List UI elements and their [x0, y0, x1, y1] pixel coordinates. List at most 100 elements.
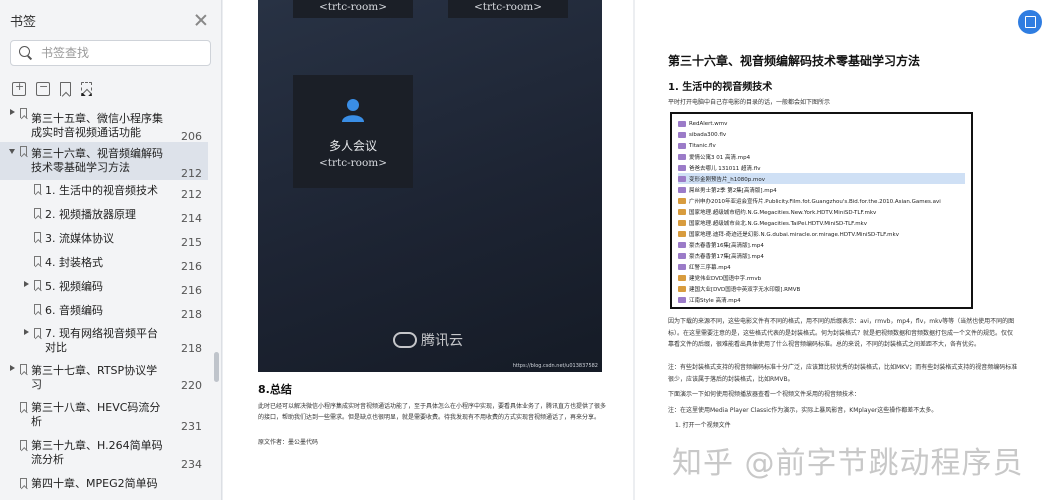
- room-label: <trtc-room>: [318, 1, 388, 13]
- video-file-icon: [678, 153, 686, 160]
- video-file-icon: [678, 241, 686, 248]
- video-file-icon: [678, 263, 686, 270]
- document-view: <trtc-room> <trtc-room> 多人会议 <trtc-room>…: [222, 0, 1045, 500]
- bookmark-item-ch37[interactable]: 第三十七章、RTSP协议学 习 220: [0, 360, 221, 398]
- file-row: 国家地理.超级城市纽约.N.G.Megacities.New.York.HDTV…: [678, 206, 965, 217]
- bookmark-options-icon[interactable]: [81, 82, 92, 96]
- bookmark-page: 218: [181, 342, 202, 355]
- file-name: sibada300.flv: [689, 131, 727, 138]
- bookmark-label: 第三十九章、H.264简单码: [31, 439, 163, 452]
- bookmark-label: 对比: [45, 341, 67, 354]
- user-icon: [342, 99, 364, 122]
- video-file-icon: [678, 230, 686, 237]
- file-name: 屌丝男士第2季 第2集[高清版].mp4: [689, 187, 777, 194]
- file-name: 豪杰春香第16集[高清版].mp4: [689, 242, 764, 249]
- bookmark-label: 成实时音视频通话功能: [31, 126, 141, 139]
- file-row: Titanic.flv: [678, 140, 965, 151]
- room-label: <trtc-room>: [318, 157, 388, 169]
- bookmark-search-input[interactable]: [41, 46, 191, 60]
- file-row: 豪杰春香第16集[高清版].mp4: [678, 239, 965, 250]
- sidebar-scrollbar[interactable]: [213, 104, 220, 500]
- file-name: 红警三序幕.mp4: [689, 264, 731, 271]
- bookmark-label: 6. 音频编码: [45, 304, 103, 317]
- file-name: 江南Style 高清.mp4: [689, 297, 741, 304]
- file-row: 国家地理.迪拜-奇迹还是幻影.N.G.dubai.miracle.or.mira…: [678, 228, 965, 239]
- bookmark-item-1[interactable]: 1. 生活中的视音频技术 212: [0, 180, 221, 204]
- file-row: 江南Style 高清.mp4: [678, 294, 965, 305]
- section-title: 8.总结: [258, 383, 292, 396]
- bookmark-page: 218: [181, 308, 202, 321]
- video-file-icon: [678, 296, 686, 303]
- bookmark-label: 7. 现有网络视音频平台: [45, 327, 158, 340]
- file-name: 国家地理.迪拜-奇迹还是幻影.N.G.dubai.miracle.or.mira…: [689, 231, 899, 238]
- bookmark-list: 第三十五章、微信小程序集 成实时音视频通话功能 206 第三十六章、视音频编解码…: [0, 104, 221, 500]
- file-list-screenshot: RedAlert.wmv sibada300.flv Titanic.flv 爱情公寓…: [670, 112, 973, 309]
- file-row: 国家地理.超级城市台北.N.G.Megacities.TaiPei.HDTV.M…: [678, 217, 965, 228]
- floating-action-button[interactable]: [1018, 10, 1042, 34]
- paragraph: 下面演示一下如何使用视频播放器查看一个视频文件采用的视音频技术：: [668, 391, 861, 398]
- video-file-icon: [678, 285, 686, 292]
- bookmark-item-ch35[interactable]: 第三十五章、微信小程序集 成实时音视频通话功能 206: [0, 104, 221, 143]
- collapse-all-icon[interactable]: [36, 80, 50, 96]
- bookmark-search-box[interactable]: [10, 40, 211, 66]
- file-row: 建国大业[DVD国语中英双字无水印版].RMVB: [678, 283, 965, 294]
- expand-all-icon[interactable]: [12, 80, 26, 96]
- bookmark-label: 第四十章、MPEG2简单码: [31, 477, 158, 490]
- video-credit: https://blog.csdn.net/u013837582: [512, 363, 598, 369]
- bookmark-icon: [34, 328, 41, 338]
- expand-arrow-icon[interactable]: [24, 281, 29, 287]
- bookmark-label: 析: [31, 415, 42, 428]
- bookmark-item-7[interactable]: 7. 现有网络视音频平台 对比 218: [0, 324, 221, 360]
- bookmark-item-ch36[interactable]: 第三十六章、视音频编解码 技术零基础学习方法 212: [0, 142, 208, 180]
- bookmark-item-ch39[interactable]: 第三十九章、H.264简单码 流分析 234: [0, 436, 221, 474]
- video-file-icon: [678, 131, 686, 138]
- file-name: RedAlert.wmv: [689, 120, 728, 127]
- bookmark-page: 220: [181, 379, 202, 392]
- file-name: 建国大业[DVD国语中英双字无水印版].RMVB: [689, 286, 801, 293]
- pdf-page-left: <trtc-room> <trtc-room> 多人会议 <trtc-room>…: [223, 0, 633, 500]
- section-heading: 1. 生活中的视音频技术: [668, 82, 773, 93]
- bookmark-label: 5. 视频编码: [45, 280, 103, 293]
- chapter-heading: 第三十六章、视音频编解码技术零基础学习方法: [668, 54, 921, 68]
- collapse-arrow-icon[interactable]: [9, 149, 15, 154]
- bookmark-icon: [20, 146, 27, 156]
- bookmark-label: 3. 流媒体协议: [45, 232, 114, 245]
- sidebar-header: 书签: [0, 0, 221, 40]
- tile-name: 多人会议: [328, 139, 377, 153]
- bookmark-label: 流分析: [31, 453, 64, 466]
- bookmark-label: 第三十七章、RTSP协议学: [31, 364, 158, 377]
- video-file-icon: [678, 219, 686, 226]
- bookmark-item-ch40[interactable]: 第四十章、MPEG2简单码: [0, 474, 221, 500]
- sidebar-toolbar: [0, 66, 221, 106]
- expand-arrow-icon[interactable]: [10, 365, 15, 371]
- bookmark-item-5[interactable]: 5. 视频编码 216: [0, 276, 221, 300]
- paragraph: 平时打开电脑中自己存电影的目录的话，一般都会如下图所示: [668, 99, 831, 106]
- room-label: <trtc-room>: [473, 1, 543, 13]
- paragraph: 1. 打开一个视频文件: [675, 422, 731, 429]
- tencent-cloud-watermark: 腾讯云: [393, 330, 463, 350]
- bookmark-item-4[interactable]: 4. 封装格式 216: [0, 252, 221, 276]
- video-tile: <trtc-room>: [293, 0, 413, 18]
- bookmark-page: 234: [181, 458, 202, 471]
- bookmark-item-6[interactable]: 6. 音频编码 218: [0, 300, 221, 324]
- bookmark-label: 4. 封装格式: [45, 256, 103, 269]
- video-file-icon: [678, 252, 686, 259]
- video-tile: <trtc-room>: [448, 0, 568, 18]
- bookmark-icon: [34, 184, 41, 194]
- bookmark-item-3[interactable]: 3. 流媒体协议 215: [0, 228, 221, 252]
- file-row: 爸爸去哪儿 131011 超清.flv: [678, 162, 965, 173]
- file-name: 国家地理.超级城市台北.N.G.Megacities.TaiPei.HDTV.M…: [689, 220, 867, 227]
- close-icon[interactable]: [193, 12, 209, 28]
- video-tile: 多人会议 <trtc-room>: [293, 75, 413, 188]
- add-bookmark-icon[interactable]: [60, 82, 71, 96]
- sidebar-scroll-thumb[interactable]: [214, 352, 219, 382]
- expand-arrow-icon[interactable]: [10, 109, 15, 115]
- bookmark-item-2[interactable]: 2. 视频播放器原理 214: [0, 204, 221, 228]
- file-row: 红警三序幕.mp4: [678, 261, 965, 272]
- expand-arrow-icon[interactable]: [24, 329, 29, 335]
- search-icon: [19, 46, 33, 60]
- bookmark-item-ch38[interactable]: 第三十八章、HEVC码流分 析 231: [0, 398, 221, 436]
- file-row: 豪杰春香第17集[高清版].mp4: [678, 250, 965, 261]
- file-row: 建党伟业DVD国语中字.rmvb: [678, 272, 965, 283]
- sidebar-title: 书签: [10, 14, 37, 30]
